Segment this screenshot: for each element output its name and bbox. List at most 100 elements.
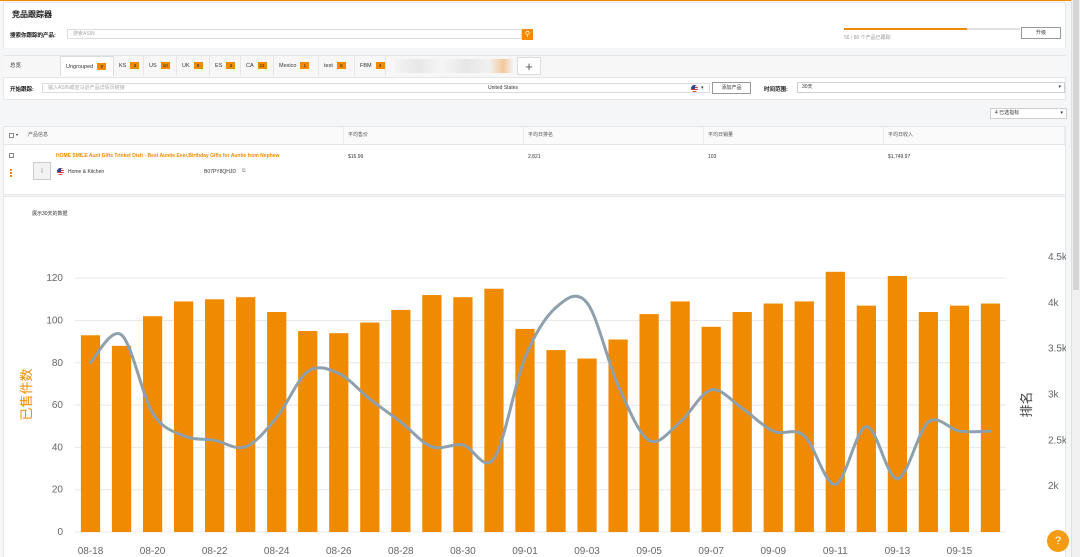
bar-08-27 bbox=[360, 322, 380, 532]
product-price: $16.99 bbox=[348, 154, 364, 160]
x-tick-label: 09-07 bbox=[698, 546, 724, 557]
tab-count-badge: 3 bbox=[226, 62, 236, 70]
tab-fbm[interactable]: FBM 4 bbox=[355, 56, 386, 76]
more-options-icon[interactable] bbox=[10, 169, 12, 177]
tab-label: test bbox=[324, 63, 333, 69]
bar-08-22 bbox=[205, 299, 225, 532]
x-tick-label: 08-30 bbox=[450, 546, 476, 557]
search-input[interactable]: 搜索ASIN bbox=[67, 29, 522, 39]
header-sales[interactable]: 平均日销量 bbox=[704, 127, 884, 144]
product-rank: 2,821 bbox=[528, 154, 541, 160]
table-header: ▾ 产品信息 平均售价 平均日排名 平均日销量 平均日收入 bbox=[4, 127, 1065, 145]
y-tick-label: 40 bbox=[52, 442, 64, 453]
tab-es[interactable]: ES 3 bbox=[210, 56, 241, 76]
product-table: ▾ 产品信息 平均售价 平均日排名 平均日销量 平均日收入 HOME SMILE… bbox=[3, 126, 1066, 195]
time-range-value: 30天 bbox=[802, 84, 813, 90]
tab-ungrouped[interactable]: Ungrouped 9 bbox=[60, 56, 114, 76]
row-checkbox[interactable] bbox=[9, 153, 14, 158]
group-tabs: 总览 Ungrouped 9 KS 3 US 10 UK 9 ES 3 CA 11 Mexico 1 tes… bbox=[3, 55, 1066, 78]
copy-icon[interactable]: ⧉ bbox=[242, 168, 246, 174]
y-tick-label: 0 bbox=[57, 527, 63, 538]
tab-count-badge: 9 bbox=[97, 63, 107, 71]
product-revenue: $1,749.97 bbox=[888, 154, 911, 160]
x-tick-label: 09-03 bbox=[574, 546, 600, 557]
header-revenue[interactable]: 平均日收入 bbox=[884, 127, 1065, 144]
x-tick-label: 08-20 bbox=[140, 546, 166, 557]
asin-placeholder: 输入ASIN或亚马逊产品详情页链接 bbox=[48, 85, 125, 91]
y-axis-title: 已售件数 bbox=[19, 368, 35, 420]
chevron-down-icon[interactable]: ▾ bbox=[16, 132, 18, 137]
bar-09-08 bbox=[732, 312, 752, 532]
page-scrollbar[interactable] bbox=[1071, 0, 1080, 557]
tab-count-badge: 1 bbox=[300, 62, 310, 70]
bar-09-05 bbox=[639, 314, 659, 532]
tab-ca[interactable]: CA 11 bbox=[241, 56, 274, 76]
y-tick-label: 80 bbox=[52, 358, 64, 369]
x-tick-label: 08-28 bbox=[388, 546, 414, 557]
header-rank[interactable]: 平均日排名 bbox=[524, 127, 704, 144]
y2-axis-title: 排名 bbox=[1019, 391, 1035, 417]
select-all-checkbox[interactable] bbox=[9, 133, 14, 138]
bar-09-11 bbox=[825, 271, 845, 532]
quota-text: 56 / 80 个产品已跟踪 bbox=[844, 35, 891, 41]
tab-us[interactable]: US 10 bbox=[144, 56, 177, 76]
tab-count-badge: 6 bbox=[336, 62, 346, 70]
search-label: 搜索你跟踪的产品: bbox=[10, 33, 56, 39]
bar-08-19 bbox=[111, 345, 132, 532]
x-tick-label: 08-18 bbox=[78, 546, 104, 557]
quota-progress-fill bbox=[844, 28, 968, 30]
help-button[interactable]: ? bbox=[1047, 530, 1069, 552]
header-product: 产品信息 bbox=[24, 127, 344, 144]
product-category: Home & Kitchen bbox=[68, 169, 105, 175]
tab-all[interactable]: 总览 bbox=[5, 56, 26, 76]
upgrade-button[interactable]: 升级 bbox=[1021, 27, 1061, 39]
chevron-down-icon: ▾ bbox=[1060, 110, 1063, 116]
y-tick-label: 120 bbox=[46, 273, 63, 284]
tab-label: Mexico bbox=[279, 63, 297, 69]
add-product-button[interactable]: 添加产品 bbox=[712, 82, 751, 94]
tab-label: KS bbox=[119, 63, 127, 69]
tab-count-badge: 11 bbox=[257, 62, 267, 70]
y2-tick-label: 4.5k bbox=[1048, 252, 1066, 263]
product-thumbnail[interactable]: ▯ bbox=[33, 162, 51, 180]
x-tick-label: 09-05 bbox=[636, 546, 662, 557]
bar-08-29 bbox=[422, 295, 442, 532]
time-range-select[interactable]: 30天 ▾ bbox=[797, 82, 1065, 93]
product-sales: 103 bbox=[708, 154, 717, 160]
bar-09-12 bbox=[856, 305, 876, 532]
tab-uk[interactable]: UK 9 bbox=[177, 56, 210, 76]
add-tab-button[interactable]: + bbox=[517, 57, 541, 75]
product-title-link[interactable]: HOME SMILE Aunt Gifts Trinket Dish - Bes… bbox=[56, 153, 279, 159]
bar-08-26 bbox=[329, 333, 349, 532]
tab-mexico[interactable]: Mexico 1 bbox=[274, 56, 319, 76]
us-flag-icon bbox=[691, 85, 698, 92]
y2-tick-label: 2.5k bbox=[1048, 435, 1066, 446]
tracking-label: 开始跟踪: bbox=[10, 87, 34, 93]
tab-count-badge: 3 bbox=[130, 62, 140, 70]
x-tick-label: 08-24 bbox=[264, 546, 290, 557]
x-tick-label: 09-11 bbox=[823, 546, 848, 557]
tab-label: Ungrouped bbox=[66, 64, 94, 70]
asin-input[interactable]: 输入ASIN或亚马逊产品详情页链接 United States ▾ bbox=[42, 83, 710, 93]
x-tick-label: 09-01 bbox=[512, 546, 538, 557]
bar-08-25 bbox=[298, 331, 318, 532]
tracking-panel: 开始跟踪: 输入ASIN或亚马逊产品详情页链接 United States ▾ … bbox=[3, 78, 1066, 100]
time-range-label: 时间范围: bbox=[764, 87, 788, 93]
us-flag-icon bbox=[57, 168, 64, 175]
table-row[interactable]: HOME SMILE Aunt Gifts Trinket Dish - Bes… bbox=[4, 145, 1065, 195]
sales-rank-chart: 0 20 40 60 80 100 120 2k 2.5k 3k 3.5k 4k 4.5k 08-18 08… bbox=[19, 252, 1066, 557]
tab-count-badge: 10 bbox=[160, 62, 170, 70]
tab-ks[interactable]: KS 3 bbox=[114, 56, 144, 76]
y-tick-label: 100 bbox=[46, 315, 63, 326]
tab-test[interactable]: test 6 bbox=[319, 56, 355, 76]
search-icon: ⚲ bbox=[524, 31, 531, 38]
tab-label: CA bbox=[246, 63, 254, 69]
tab-count-badge: 9 bbox=[193, 62, 203, 70]
header-price[interactable]: 平均售价 bbox=[344, 127, 524, 144]
metrics-select[interactable]: 4 已选指标 ▾ bbox=[990, 108, 1067, 119]
search-button[interactable]: ⚲ bbox=[522, 29, 533, 40]
bar-09-16 bbox=[980, 303, 1001, 532]
bar-08-20 bbox=[142, 316, 163, 532]
y2-tick-label: 3k bbox=[1048, 390, 1060, 401]
scrollbar-thumb[interactable] bbox=[1073, 0, 1079, 290]
